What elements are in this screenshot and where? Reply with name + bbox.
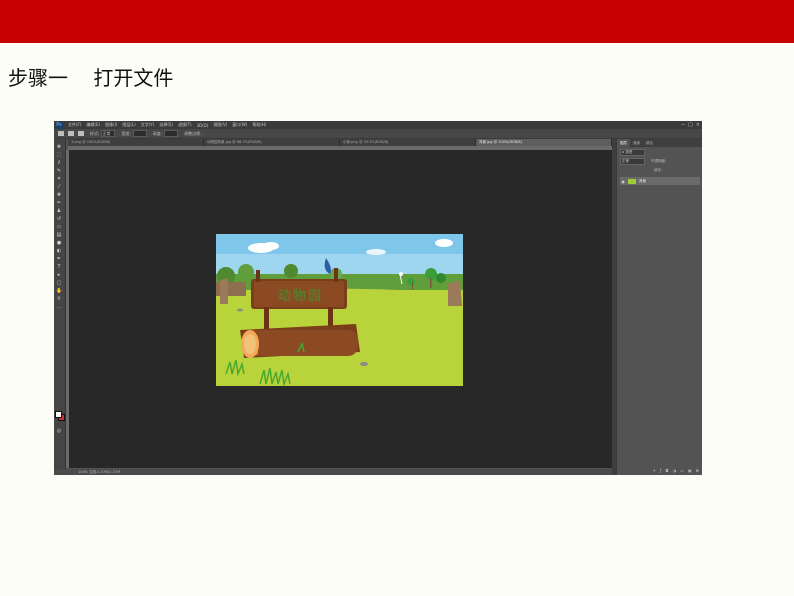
menu-help[interactable]: 帮助(H): [252, 122, 266, 128]
marquee-tool-icon[interactable]: [58, 131, 64, 136]
new-layer-icon[interactable]: ▣: [688, 468, 692, 473]
add-selection-icon[interactable]: [78, 131, 84, 136]
adjust-icon[interactable]: ◑: [673, 468, 677, 473]
brush-tool-icon[interactable]: ✏: [56, 201, 62, 206]
layers-panel: 图层 通道 路径 ρ 类型 正常 不透明度: 填充: ◉ 背景 ⚭ ƒ ◘ ◑ …: [616, 139, 702, 475]
eye-icon[interactable]: ◉: [620, 179, 626, 184]
options-bar: 样式: 正常 宽度: 高度: 调整边缘...: [54, 129, 702, 139]
fill-row: 填充:: [620, 167, 700, 174]
blur-tool-icon[interactable]: ●: [56, 241, 62, 246]
panel-tabs: 图层 通道 路径: [617, 139, 702, 147]
trash-icon[interactable]: ✖: [696, 468, 699, 473]
refine-edge-button[interactable]: 调整边缘...: [184, 131, 204, 137]
tab-channels[interactable]: 通道: [630, 139, 643, 147]
blend-mode-select[interactable]: 正常: [620, 158, 645, 165]
layers-footer: ⚭ ƒ ◘ ◑ ▭ ▣ ✖: [621, 468, 699, 473]
tab-doc-3[interactable]: 小熊.png @ 33.3%(RGB/8): [340, 139, 476, 146]
photoshop-logo: Ps: [55, 121, 63, 129]
type-tool-icon[interactable]: T: [56, 265, 62, 270]
style-label: 样式:: [90, 130, 100, 136]
close-button[interactable]: ×: [696, 122, 700, 128]
layer-name: 背景: [639, 178, 646, 183]
history-brush-tool-icon[interactable]: ↺: [56, 217, 62, 222]
tools-panel: ✥ ⬚ ℓ ✎ ⌗ ⁄ ✚ ✏ ♟ ↺ ▭ ▤ ● ◐ ✒ T ▸ ▢ ✋ ⚲ …: [54, 139, 66, 471]
menu-select[interactable]: 选择(S): [159, 122, 173, 128]
healing-tool-icon[interactable]: ✚: [56, 193, 62, 198]
menu-bar: Ps 文件(F) 编辑(E) 图像(I) 图层(L) 文字(Y) 选择(S) 滤…: [54, 121, 702, 129]
layer-kind-select[interactable]: ρ 类型: [620, 149, 645, 156]
move-tool-icon[interactable]: ✥: [56, 145, 62, 150]
stamp-tool-icon[interactable]: ♟: [56, 209, 62, 214]
menu-file[interactable]: 文件(F): [68, 122, 81, 128]
eyedropper-tool-icon[interactable]: ⁄: [56, 185, 62, 190]
gradient-tool-icon[interactable]: ▤: [56, 233, 62, 238]
document-tabs: 3.png @ 100%(RGB/8) 动物园背景.jpg @ 66.7%(RG…: [68, 139, 612, 146]
fx-icon[interactable]: ƒ: [660, 468, 661, 473]
tab-layers[interactable]: 图层: [617, 139, 630, 147]
foreground-color-swatch[interactable]: [55, 411, 62, 418]
height-label: 高度:: [152, 130, 163, 136]
tab-paths[interactable]: 路径: [643, 139, 656, 147]
folder-icon[interactable]: ▭: [680, 468, 684, 473]
menu-layer[interactable]: 图层(L): [122, 122, 135, 128]
width-label: 宽度:: [121, 130, 131, 136]
width-input[interactable]: [132, 130, 147, 137]
lasso-tool-icon[interactable]: ℓ: [56, 161, 62, 166]
shape-tool-icon[interactable]: ▢: [56, 281, 62, 286]
hand-tool-icon[interactable]: ✋: [56, 289, 62, 294]
minimize-button[interactable]: −: [681, 122, 685, 128]
new-selection-icon[interactable]: [68, 131, 74, 136]
path-select-tool-icon[interactable]: ▸: [56, 273, 62, 278]
dodge-tool-icon[interactable]: ◐: [56, 249, 62, 254]
layer-thumbnail: [628, 178, 636, 184]
tab-doc-4[interactable]: 背景.jpg @ 100%(RGB/8): [476, 139, 612, 146]
maximize-button[interactable]: □: [688, 122, 693, 128]
fill-label: 填充:: [654, 168, 663, 172]
layer-row-background[interactable]: ◉ 背景: [620, 177, 700, 185]
height-input[interactable]: [164, 130, 179, 137]
slide-title: 步骤一 打开文件: [8, 66, 174, 90]
menu-view[interactable]: 视图(V): [213, 122, 227, 128]
zoo-scene-illustration: [216, 234, 463, 386]
link-icon[interactable]: ⚭: [653, 468, 656, 473]
zoo-sign-text: 动物园: [278, 289, 324, 304]
status-bar: 100% 文档:1.37M/1.37M: [54, 469, 612, 475]
tab-doc-1[interactable]: 3.png @ 100%(RGB/8): [68, 139, 204, 146]
zoom-tool-icon[interactable]: ⚲: [56, 297, 62, 302]
quick-select-tool-icon[interactable]: ✎: [56, 169, 62, 174]
menu-window[interactable]: 窗口(W): [232, 122, 247, 128]
quick-mask-icon[interactable]: ◎: [56, 429, 62, 434]
mask-icon[interactable]: ◘: [665, 468, 668, 473]
menu-3d[interactable]: 3D(D): [197, 123, 209, 128]
style-select[interactable]: 正常: [101, 130, 116, 137]
window-controls: − □ ×: [681, 122, 700, 128]
menu-edit[interactable]: 编辑(E): [86, 122, 100, 128]
eraser-tool-icon[interactable]: ▭: [56, 225, 62, 230]
marquee-tool-icon[interactable]: ⬚: [56, 153, 62, 158]
header-red-bar: [0, 0, 794, 43]
document-image: 动物园: [216, 234, 463, 386]
menu-filter[interactable]: 滤镜(T): [178, 122, 192, 128]
layer-filter-row: ρ 类型: [620, 149, 700, 156]
more-tools-icon[interactable]: …: [56, 305, 62, 310]
menu-image[interactable]: 图像(I): [105, 122, 117, 128]
blend-row: 正常 不透明度:: [620, 158, 700, 165]
pen-tool-icon[interactable]: ✒: [56, 257, 62, 262]
opacity-label: 不透明度:: [651, 159, 667, 163]
tab-doc-2[interactable]: 动物园背景.jpg @ 66.7%(RGB/8): [204, 139, 340, 146]
crop-tool-icon[interactable]: ⌗: [56, 177, 62, 182]
menu-type[interactable]: 文字(Y): [141, 122, 155, 128]
